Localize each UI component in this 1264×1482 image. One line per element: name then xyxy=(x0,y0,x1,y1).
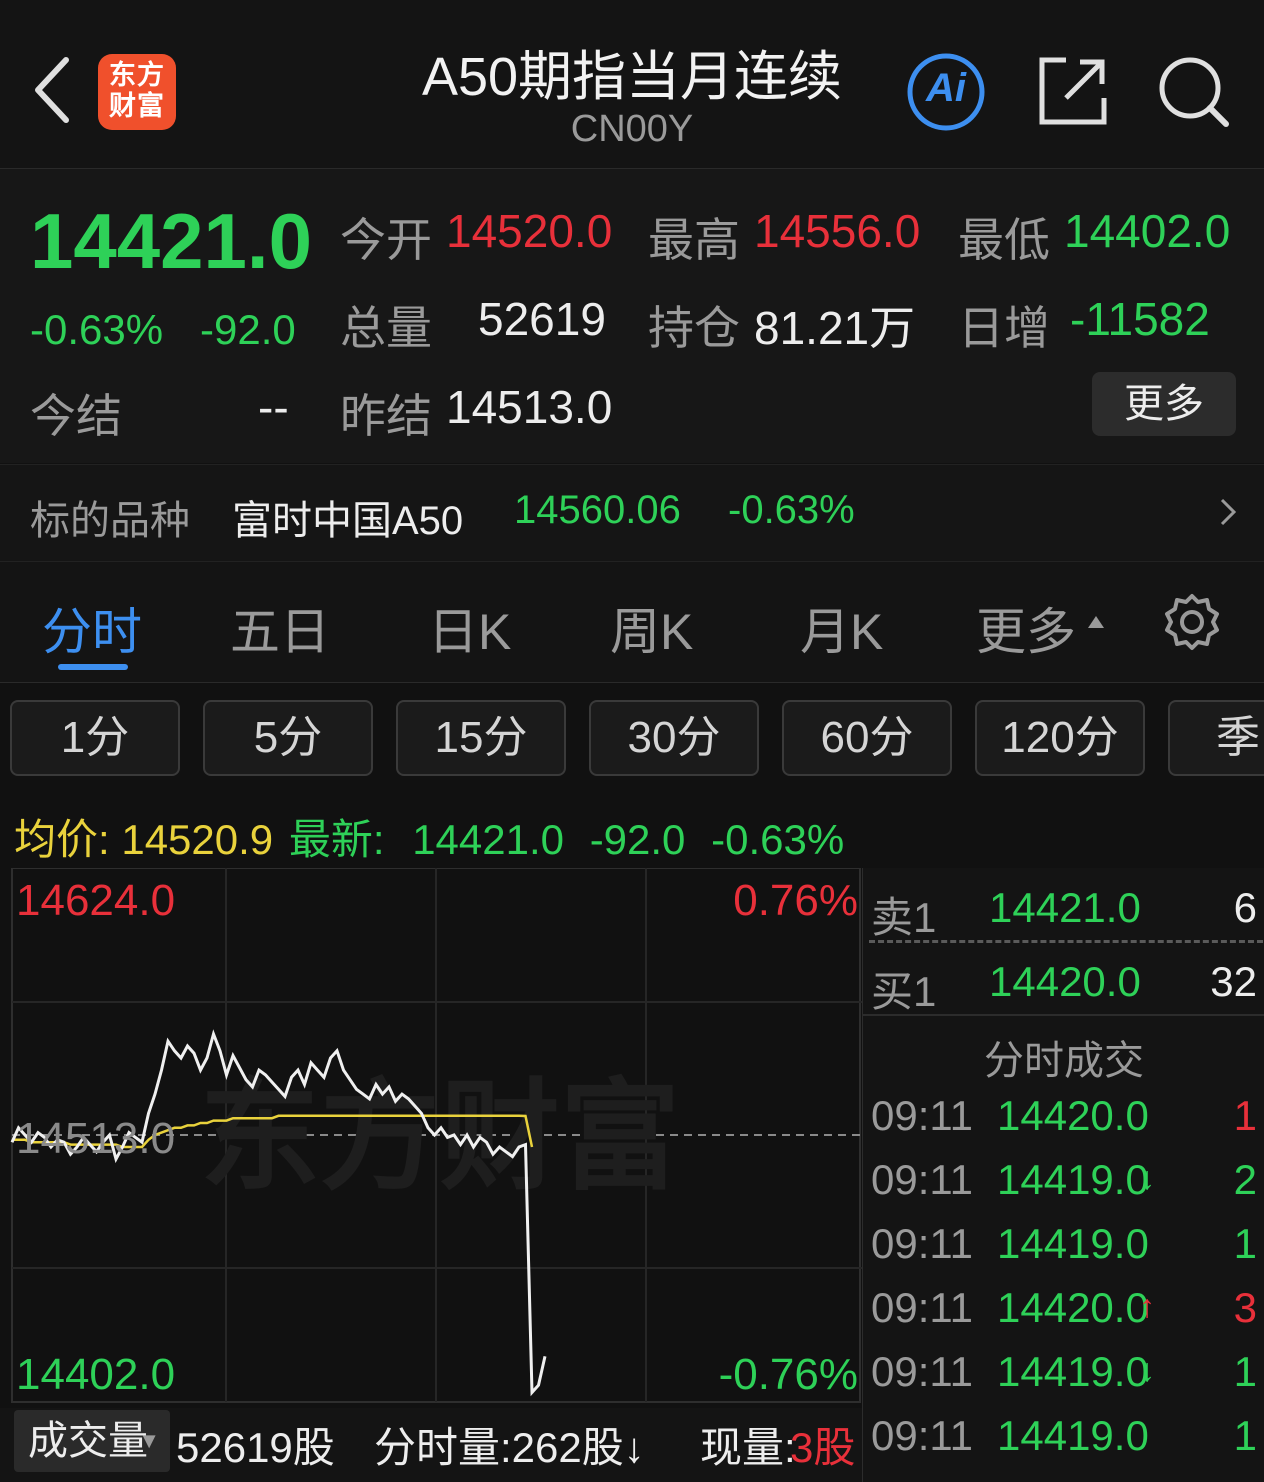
volume-indicator-select[interactable]: 成交量 ▼ xyxy=(14,1410,170,1472)
volume-select-label: 成交量 xyxy=(28,1419,148,1463)
prev-settle-label: 昨结 xyxy=(340,390,432,442)
low-label: 最低 xyxy=(958,214,1050,266)
ask-qty: 6 xyxy=(1233,884,1257,931)
more-quote-button[interactable]: 更多 xyxy=(1092,372,1236,436)
tick-qty: 1 xyxy=(1233,1092,1257,1139)
tick-qty: 3 xyxy=(1233,1284,1257,1331)
share-icon[interactable] xyxy=(1036,54,1110,128)
period-quarter[interactable]: 季 xyxy=(1168,700,1264,776)
period-5min[interactable]: 5分 xyxy=(203,700,373,776)
tick-qty: 1 xyxy=(1233,1348,1257,1395)
tick-time: 09:11 xyxy=(871,1348,973,1395)
last-price: 14421.0 xyxy=(30,197,312,285)
volume-label: 总量 xyxy=(340,302,432,354)
tab-intraday[interactable]: 分时 xyxy=(42,592,142,664)
oi-change-label: 日增 xyxy=(958,302,1050,354)
tab-weekly-k[interactable]: 周K xyxy=(610,592,693,664)
tick-direction-icon: ↓ xyxy=(1139,1160,1155,1196)
underlying-price: 14560.06 xyxy=(514,488,681,532)
oi-change-value: -11582 xyxy=(1070,293,1210,345)
pct-min-label: -0.76% xyxy=(718,1350,858,1399)
latest-label: 最新: xyxy=(288,816,385,863)
open-value: 14520.0 xyxy=(446,205,613,257)
tick-qty: 2 xyxy=(1233,1156,1257,1203)
tick-price: 14419.0 xyxy=(997,1348,1149,1395)
tick-time: 09:11 xyxy=(871,1092,973,1139)
divider xyxy=(869,940,1263,943)
y-min-label: 14402.0 xyxy=(16,1350,176,1399)
open-interest-label: 持仓 xyxy=(648,302,740,354)
high-label: 最高 xyxy=(648,214,740,266)
tick-price: 14419.0 xyxy=(997,1156,1149,1203)
period-30min[interactable]: 30分 xyxy=(589,700,759,776)
ticks-title: 分时成交 xyxy=(984,1039,1144,1083)
period-15min[interactable]: 15分 xyxy=(396,700,566,776)
avg-value: 14520.9 xyxy=(121,816,274,863)
ask-label: 卖1 xyxy=(871,894,937,941)
change-value: -92.0 xyxy=(200,306,296,353)
latest-value: 14421.0 xyxy=(412,816,565,863)
period-120min[interactable]: 120分 xyxy=(975,700,1145,776)
intraday-chart[interactable]: 东方财富 14624.0 0.76% 14513.0 14402.0 -0.76… xyxy=(0,867,862,1408)
y-prev-label: 14513.0 xyxy=(16,1114,176,1163)
tick-time: 09:11 xyxy=(871,1220,973,1267)
tab-five-day[interactable]: 五日 xyxy=(230,592,330,664)
watermark: 东方财富 xyxy=(200,1068,680,1207)
open-interest-value: 81.21万 xyxy=(754,302,916,354)
tick-direction-icon: ↓ xyxy=(1139,1352,1155,1388)
current-volume-label: 现量: xyxy=(700,1424,796,1471)
low-value: 14402.0 xyxy=(1064,205,1231,257)
volume-value: 52619 xyxy=(478,293,606,345)
bid-price: 14420.0 xyxy=(989,958,1141,1005)
period-1min[interactable]: 1分 xyxy=(10,700,180,776)
tick-time: 09:11 xyxy=(871,1284,973,1331)
tick-time: 09:11 xyxy=(871,1156,973,1203)
gear-icon[interactable] xyxy=(1162,592,1222,652)
tick-volume: 分时量:262股↓ xyxy=(374,1424,645,1471)
ai-icon-label: Ai xyxy=(926,66,966,110)
tab-monthly-k[interactable]: 月K xyxy=(800,592,883,664)
tick-price: 14420.0 xyxy=(997,1092,1149,1139)
period-60min[interactable]: 60分 xyxy=(782,700,952,776)
change-percent: -0.63% xyxy=(30,306,164,353)
search-icon[interactable] xyxy=(1156,54,1232,130)
open-label: 今开 xyxy=(340,214,432,266)
caret-down-icon: ▼ xyxy=(138,1428,160,1453)
chevron-right-icon xyxy=(1218,496,1238,528)
y-max-label: 14624.0 xyxy=(16,876,176,925)
avg-label: 均价: xyxy=(14,816,110,863)
high-value: 14556.0 xyxy=(754,205,921,257)
active-tab-indicator xyxy=(58,664,128,670)
tick-price: 14419.0 xyxy=(997,1220,1149,1267)
prev-settle-value: 14513.0 xyxy=(446,381,613,433)
tab-daily-k[interactable]: 日K xyxy=(428,592,511,664)
divider xyxy=(863,1014,1264,1016)
ai-assistant-button[interactable]: Ai xyxy=(906,52,986,132)
order-book-panel: 卖1 14421.0 6 买1 14420.0 32 分时成交 09:11 144… xyxy=(862,868,1264,1482)
volume-total: 52619股 xyxy=(176,1424,335,1471)
current-volume-value: 3股 xyxy=(790,1424,856,1471)
bid-label: 买1 xyxy=(871,968,937,1015)
underlying-label: 标的品种 xyxy=(30,499,190,543)
ask-price: 14421.0 xyxy=(989,884,1141,931)
settle-label: 今结 xyxy=(30,390,122,442)
bid-qty: 32 xyxy=(1210,958,1257,1005)
caret-up-icon xyxy=(1086,614,1106,630)
tick-direction-icon: ↑ xyxy=(1139,1288,1155,1324)
underlying-change: -0.63% xyxy=(728,488,855,532)
tick-time: 09:11 xyxy=(871,1412,973,1459)
app-header: 东方财富 A50期指当月连续 CN00Y Ai xyxy=(0,0,1264,169)
tab-more[interactable]: 更多 xyxy=(976,592,1076,664)
pct-max-label: 0.76% xyxy=(733,876,858,925)
tick-price: 14419.0 xyxy=(997,1412,1149,1459)
latest-change: -92.0 xyxy=(589,816,686,863)
underlying-name: 富时中国A50 xyxy=(232,499,464,543)
chart-info-line: 均价: 14520.9 最新: 14421.0 -92.0 -0.63% xyxy=(14,806,844,867)
tick-qty: 1 xyxy=(1233,1220,1257,1267)
tick-qty: 1 xyxy=(1233,1412,1257,1459)
settle-value: -- xyxy=(258,381,289,433)
latest-change-pct: -0.63% xyxy=(711,816,845,863)
tick-price: 14420.0 xyxy=(997,1284,1149,1331)
